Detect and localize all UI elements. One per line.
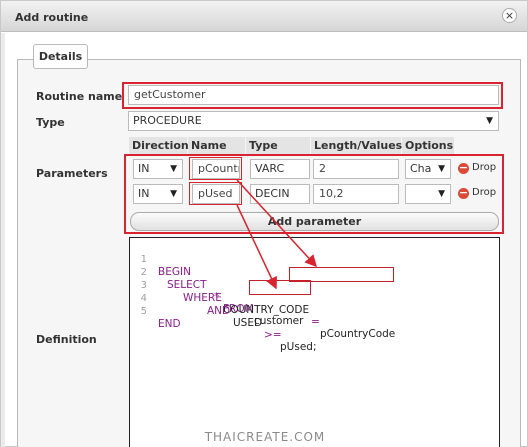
param-type-value: VARC [255,162,285,175]
definition-label: Definition [36,333,97,346]
param-direction-value: IN [138,187,150,200]
param-direction-select[interactable]: IN ▼ [133,184,183,204]
param-header-length: Length/Values [311,137,402,155]
code-operator: = [311,316,320,328]
code-end: END [158,318,181,330]
chevron-down-icon: ▼ [438,189,445,199]
parameters-label: Parameters [36,167,108,180]
param-highlight-box [249,280,311,295]
code-select: SELECT [167,279,207,291]
type-label: Type [36,116,65,129]
param-length-input[interactable]: 2 [313,159,399,179]
code-column: USED [233,317,263,329]
code-param: pUsed; [280,341,317,353]
param-name-input[interactable]: pUsed [192,184,240,204]
minus-circle-icon: − [458,161,469,174]
param-type-value: DECIN [255,187,290,200]
dialog-title: Add routine [15,11,89,24]
code-where: WHERE [183,292,222,304]
minus-circle-icon: − [458,186,469,199]
drop-label: Drop [472,162,497,173]
code-and: AND [207,305,231,317]
param-direction-select[interactable]: IN ▼ [133,159,183,179]
param-option-select[interactable]: ▼ [405,184,451,204]
definition-editor[interactable]: 1 BEGIN 2 SELECT * FROM customer 3 WHERE… [129,237,500,447]
drop-button[interactable]: − Drop [458,187,496,199]
chevron-down-icon: ▼ [170,164,177,174]
add-parameter-button[interactable]: Add parameter [130,212,499,231]
watermark: THAICREATE.COM [204,430,326,444]
routine-name-input[interactable]: getCustomer [128,85,499,105]
drop-label: Drop [472,187,497,198]
param-direction-value: IN [138,162,150,175]
routine-name-label: Routine name [36,90,123,103]
code-param: pCountryCode [320,328,396,340]
param-type-select[interactable]: DECIN [250,184,310,204]
line-number: 5 [140,306,147,317]
close-icon[interactable]: × [502,8,517,23]
dialog-titlebar: Add routine × [1,1,527,32]
add-routine-dialog: Add routine × Details Routine name getCu… [0,0,528,447]
param-header-options: Options [402,137,454,155]
details-legend: Details [33,44,88,69]
drop-button[interactable]: − Drop [458,162,496,174]
param-option-value: Cha [410,162,432,175]
chevron-down-icon: ▼ [438,164,445,174]
param-header-type: Type [246,137,310,155]
param-header-direction: Direction [129,137,189,155]
code-column: COUNTRY_CODE [223,304,310,316]
param-type-select[interactable]: VARC [250,159,310,179]
chevron-down-icon: ▼ [170,189,177,199]
type-select-value: PROCEDURE [133,114,202,127]
left-edge [1,33,5,447]
param-name-input[interactable]: pCountry [192,159,240,179]
code-begin: BEGIN [158,266,191,278]
param-header-name: Name [188,137,245,155]
param-length-input[interactable]: 10,2 [313,184,399,204]
chevron-down-icon: ▼ [486,116,493,126]
type-select[interactable]: PROCEDURE ▼ [128,111,499,131]
param-option-select[interactable]: Cha ▼ [405,159,451,179]
code-operator: >= [264,329,282,341]
